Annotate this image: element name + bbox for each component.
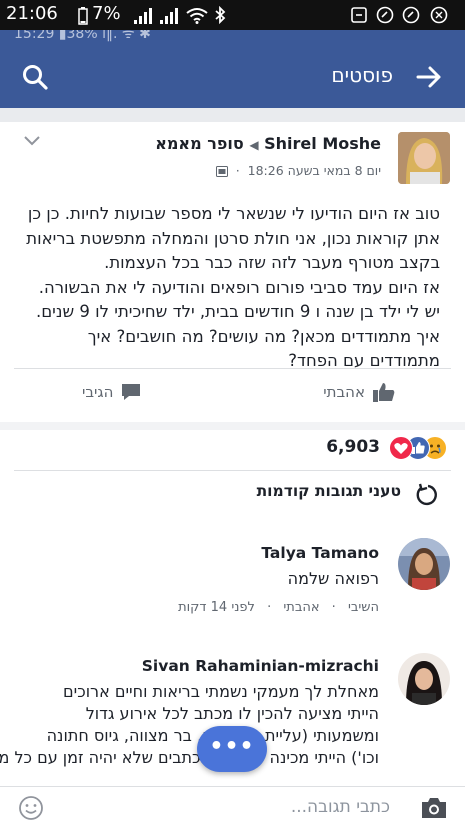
like-label: אהבתי [323,383,365,401]
group-privacy-icon [215,166,228,177]
signal-icon [134,8,154,24]
reply-link[interactable]: השיבי [348,600,379,615]
status-time: 21:06 [6,3,58,24]
app-icon [430,6,448,24]
page-title: פוסטים [331,63,393,87]
divider [14,368,451,369]
avatar[interactable] [398,132,450,184]
bluetooth-icon [214,6,226,24]
more-options-button[interactable]: ••• [197,726,267,772]
emoji-icon[interactable] [18,795,44,821]
love-reaction-icon [389,436,413,460]
status-bar: 21:06 7% [0,0,465,30]
comment-button[interactable]: הגיבי [82,372,141,412]
comment-line: מאחלת לך מעמקי נשמתי בריאות וחיים ארוכים [63,682,379,701]
comment-actions: השיבי · אהבתי · לפני 14 דקות [178,600,379,615]
post-meta: יום 8 במאי בשעה 18:26 · [215,163,381,178]
avatar[interactable] [398,538,450,590]
reactions-row[interactable] [0,430,465,470]
section-gap [0,422,465,430]
ghost-status-text: 15:29 ▮38% ⅰ‖. ᯤ ✱ [14,30,151,42]
avatar[interactable] [398,653,450,705]
search-icon[interactable] [22,64,48,90]
reaction-count[interactable]: 6,903 [326,437,380,457]
load-previous-comments[interactable]: טעני תגובות קודמות [0,472,465,518]
like-link[interactable]: אהבתי [283,600,319,615]
notification-icon [350,6,368,24]
like-button[interactable]: אהבתי [323,372,395,412]
signal-icon [160,8,180,24]
top-navbar: פוסטים [0,44,465,108]
post-header: סופר מאמא ◀ Shirel Moshe [155,134,381,153]
camera-icon[interactable] [420,796,448,820]
post-paragraph: אז היום עמד סביבי פורום רופאים והודיעה ל… [38,277,440,297]
author-name[interactable]: Shirel Moshe [264,134,381,153]
post-paragraph: יש לי ילד בן שנה ו 9 חודשים בבית, ילד שח… [35,302,440,370]
comment-icon [121,383,141,401]
chevron-down-icon[interactable] [24,136,40,146]
group-name[interactable]: סופר מאמא [155,134,244,153]
more-options-icon: ••• [209,734,255,759]
comment-author[interactable]: Talya Tamano [261,544,379,562]
app-icon [402,6,420,24]
wifi-icon [186,7,208,24]
post-card: סופר מאמא ◀ Shirel Moshe יום 8 במאי בשעה… [0,122,465,422]
post-paragraph: טוב אז היום הודיעו לי שנשאר לי מספר שבוע… [26,204,440,272]
back-arrow-icon[interactable] [416,65,442,89]
comment-label: הגיבי [82,383,114,401]
like-icon [373,382,395,402]
comment-time: לפני 14 דקות [178,600,255,615]
timestamp[interactable]: יום 8 במאי בשעה 18:26 [248,163,381,178]
post-text: טוב אז היום הודיעו לי שנשאר לי מספר שבוע… [14,202,440,374]
refresh-icon [415,482,441,508]
comment-input[interactable]: כתבי תגובה... [291,797,390,817]
divider [14,470,451,471]
arrow-separator-icon: ◀ [249,138,259,152]
app-icon [376,6,394,24]
comment-composer: כתבי תגובה... [0,786,465,828]
status-battery: 7% [92,3,121,24]
ghost-status-line: 15:29 ▮38% ⅰ‖. ᯤ ✱ [0,30,465,44]
reaction-icons [385,436,447,460]
comment-author[interactable]: Sivan Rahaminian-mizrachi [142,657,379,675]
comment-text: רפואה שלמה [287,569,379,588]
feed-gap [0,108,465,122]
battery-icon [78,7,88,25]
comment-line: הייתי מציעה להכין לו מכתב לכל אירוע גדול [85,704,379,723]
comment: Talya Tamano רפואה שלמה השיבי · אהבתי · … [0,530,465,640]
load-previous-comments-label: טעני תגובות קודמות [256,482,401,500]
